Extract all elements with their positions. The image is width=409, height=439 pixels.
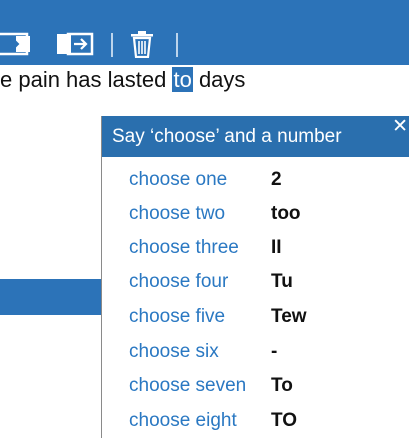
choice-command: choose two [129,203,226,224]
choice-word: TO [271,410,298,431]
choice-item-1[interactable]: choose one 2 [129,163,282,197]
document-text-before: e pain has lasted [0,67,173,92]
choice-command: choose six [129,341,219,362]
choice-command: choose seven [129,375,247,396]
choice-word: too [271,203,301,224]
toolbar-separator [176,33,178,57]
trash-icon[interactable] [129,30,155,58]
choice-command: choose eight [129,410,237,431]
toolbar-separator [111,33,113,57]
choice-item-7[interactable]: choose seven To [129,369,293,403]
choice-word: Tew [271,306,307,327]
choice-command: choose five [129,306,226,327]
choice-item-2[interactable]: choose two too [129,197,301,231]
choice-word: II [271,237,282,258]
choice-command: choose one [129,169,228,190]
choice-item-5[interactable]: choose five Tew [129,300,307,334]
panel-header: Say ‘choose’ and a number ✕ [102,116,409,157]
choice-command: choose three [129,237,239,258]
choice-word: Tu [271,271,293,292]
selection-highlight-bar [0,279,102,315]
choice-item-6[interactable]: choose six - [129,335,277,369]
choice-item-8[interactable]: choose eight TO [129,404,297,438]
choice-word: 2 [271,169,282,190]
choice-command: choose four [129,271,229,292]
choice-item-4[interactable]: choose four Tu [129,265,293,299]
correction-panel: Say ‘choose’ and a number ✕ choose one 2 … [101,116,409,438]
choice-word: To [271,375,293,396]
close-icon[interactable]: ✕ [392,113,408,141]
panel-title: Say ‘choose’ and a number [112,126,342,147]
toolbar [0,0,409,65]
choice-item-3[interactable]: choose three II [129,231,282,265]
insert-icon[interactable] [0,30,36,58]
document-text-line[interactable]: e pain has lasted to days [0,66,409,94]
document-text-after: days [192,67,246,92]
import-icon[interactable] [56,30,96,58]
choice-word: - [271,341,278,362]
selected-word[interactable]: to [172,67,193,92]
